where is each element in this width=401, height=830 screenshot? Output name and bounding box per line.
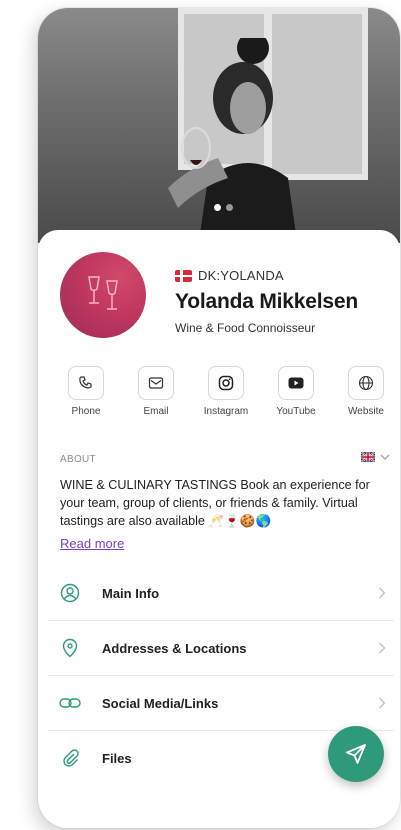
youtube-icon: [288, 377, 304, 389]
read-more-link[interactable]: Read more: [60, 536, 124, 551]
instagram-action[interactable]: Instagram: [196, 366, 256, 417]
menu-item-label: Files: [102, 750, 132, 766]
chevron-right-icon: [379, 697, 386, 709]
menu-item-main-info[interactable]: Main Info: [48, 566, 394, 621]
phone-frame: DK:YOLANDA Yolanda Mikkelsen Wine & Food…: [38, 8, 400, 828]
profile-cover-photo[interactable]: [38, 8, 400, 243]
about-text: WINE & CULINARY TASTINGS Book an experie…: [60, 478, 370, 528]
carousel-dot-1[interactable]: [214, 204, 221, 211]
website-label: Website: [348, 406, 384, 417]
profile-tagline: Wine & Food Connoisseur: [175, 321, 316, 335]
carousel-dot-2[interactable]: [226, 204, 233, 211]
email-label: Email: [143, 406, 169, 417]
avatar[interactable]: [60, 252, 146, 338]
handle-text: DK:YOLANDA: [198, 268, 284, 283]
chevron-down-icon: [380, 454, 390, 460]
instagram-label: Instagram: [203, 406, 249, 417]
person-photo: [168, 38, 298, 243]
youtube-action[interactable]: YouTube: [266, 366, 326, 417]
globe-icon: [358, 375, 374, 391]
menu-item-label: Main Info: [102, 585, 160, 601]
carousel-dots[interactable]: [214, 204, 233, 211]
menu-item-addresses[interactable]: Addresses & Locations: [48, 621, 394, 676]
chevron-right-icon: [379, 587, 386, 599]
about-heading: ABOUT: [60, 454, 96, 465]
phone-icon: [79, 376, 92, 389]
website-action[interactable]: Website: [336, 366, 396, 417]
youtube-label: YouTube: [276, 406, 316, 417]
chevron-right-icon: [379, 642, 386, 654]
denmark-flag-icon: [175, 269, 192, 282]
email-icon: [148, 377, 164, 389]
menu-item-social-links[interactable]: Social Media/Links: [48, 676, 394, 731]
wine-glasses-icon: [88, 276, 118, 310]
profile-name: Yolanda Mikkelsen: [175, 290, 358, 313]
email-action[interactable]: Email: [126, 366, 186, 417]
location-icon: [62, 638, 78, 658]
send-icon: [346, 744, 366, 764]
uk-flag-icon: [361, 452, 375, 462]
menu-item-label: Addresses & Locations: [102, 640, 247, 656]
contact-actions: Phone Email Instagram YouTube Website: [56, 366, 396, 417]
instagram-icon: [218, 375, 234, 391]
link-icon: [59, 698, 81, 708]
phone-label: Phone: [71, 406, 101, 417]
language-selector[interactable]: [361, 452, 390, 462]
profile-handle: DK:YOLANDA: [175, 268, 284, 283]
menu-item-label: Social Media/Links: [102, 695, 219, 711]
phone-action[interactable]: Phone: [56, 366, 116, 417]
share-send-button[interactable]: [328, 726, 384, 782]
paperclip-icon: [63, 749, 79, 767]
user-icon: [60, 583, 80, 603]
